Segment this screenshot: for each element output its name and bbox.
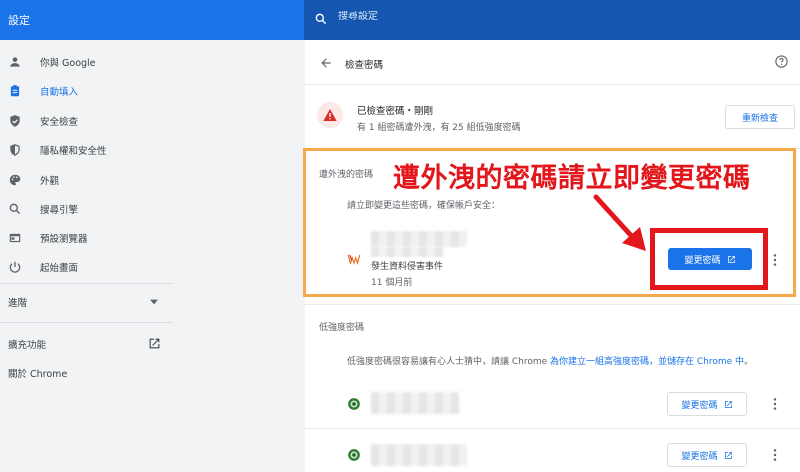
recheck-button[interactable]: 重新檢查: [725, 105, 795, 129]
page-title: 設定: [8, 14, 30, 27]
search-icon: [9, 203, 21, 215]
status-summary: 有 1 組密碼遭外洩，有 25 組低強度密碼: [357, 123, 521, 133]
search-box[interactable]: [304, 0, 800, 40]
card-title: 檢查密碼: [345, 60, 384, 71]
about-chrome-link[interactable]: 關於 Chrome: [0, 360, 173, 386]
person-icon: [10, 57, 20, 67]
search-input[interactable]: [338, 11, 638, 22]
sidebar-item-autofill[interactable]: 自動填入: [0, 78, 173, 104]
desc-text: 。: [744, 357, 754, 367]
shield-icon: [10, 144, 20, 156]
top-bar: 設定: [0, 0, 800, 40]
redacted-credential: [371, 444, 467, 466]
search-icon: [315, 13, 327, 25]
sidebar-item-appearance[interactable]: 外觀: [0, 167, 173, 193]
status-warning-badge: [317, 102, 343, 128]
sidebar-item-label: 你與 Google: [40, 58, 96, 69]
change-password-button[interactable]: 變更密碼: [667, 392, 747, 416]
status-title: 已檢查密碼・剛剛: [357, 106, 434, 117]
sidebar-item-label: 預設瀏覽器: [40, 234, 88, 245]
divider: [305, 84, 800, 85]
caret-down-icon: [150, 299, 158, 305]
sidebar: 你與 Google 自動填入 安全檢查 隱私權和安全性 外觀 搜尋引擎 預設瀏覽…: [0, 40, 173, 472]
divider: [305, 304, 800, 305]
weak-section-desc: 低強度密碼很容易讓有心人士猜中，請讓 Chrome 為你建立一組高強度密碼，並儲…: [347, 354, 753, 367]
advanced-toggle[interactable]: 進階: [0, 289, 173, 315]
more-vert-icon[interactable]: [772, 397, 778, 411]
more-vert-icon[interactable]: [772, 448, 778, 462]
external-link-icon: [724, 451, 732, 459]
generate-password-link[interactable]: 為你建立一組高強度密碼，並儲存在 Chrome 中: [550, 357, 744, 367]
about-chrome-label: 關於 Chrome: [8, 369, 68, 380]
sidebar-item-privacy[interactable]: 隱私權和安全性: [0, 137, 173, 163]
palette-icon: [9, 174, 21, 186]
browser-icon: [9, 233, 21, 243]
sidebar-item-label: 隱私權和安全性: [40, 146, 107, 157]
annotation-button-highlight: [650, 228, 768, 290]
button-label: 變更密碼: [681, 451, 718, 462]
annotation-text: 遭外洩的密碼請立即變更密碼: [393, 163, 751, 194]
sidebar-item-you-and-google[interactable]: 你與 Google: [0, 49, 173, 75]
sidebar-item-label: 外觀: [40, 176, 60, 187]
redacted-credential: [371, 392, 459, 414]
back-arrow-icon[interactable]: [319, 56, 333, 70]
weak-section-label: 低強度密碼: [319, 323, 365, 333]
site-favicon-icon: [348, 449, 360, 461]
sidebar-item-default-browser[interactable]: 預設瀏覽器: [0, 225, 173, 251]
power-icon: [9, 261, 21, 273]
site-favicon-icon: [348, 398, 360, 410]
external-link-icon: [724, 400, 732, 408]
desc-text: 低強度密碼很容易讓有心人士猜中，請讓 Chrome: [347, 357, 551, 367]
sidebar-item-safety-check[interactable]: 安全檢查: [0, 108, 173, 134]
external-link-icon: [149, 338, 160, 349]
sidebar-item-on-startup[interactable]: 起始畫面: [0, 254, 173, 280]
sidebar-item-search-engine[interactable]: 搜尋引擎: [0, 196, 173, 222]
clipboard-icon: [10, 85, 20, 97]
extensions-link[interactable]: 擴充功能: [0, 331, 173, 357]
shield-check-icon: [10, 115, 20, 127]
extensions-label: 擴充功能: [8, 340, 47, 351]
sidebar-item-label: 自動填入: [40, 87, 79, 98]
sidebar-item-label: 安全檢查: [40, 117, 79, 128]
button-label: 變更密碼: [681, 400, 718, 411]
sidebar-item-label: 起始畫面: [40, 263, 79, 274]
divider: [0, 322, 173, 323]
help-icon[interactable]: [774, 54, 789, 69]
change-password-button[interactable]: 變更密碼: [667, 443, 747, 467]
advanced-label: 進階: [8, 298, 28, 309]
annotation-arrow-icon: [593, 194, 646, 251]
divider: [0, 283, 173, 284]
sidebar-item-label: 搜尋引擎: [40, 205, 79, 216]
divider: [305, 428, 800, 429]
warning-icon: [323, 109, 337, 121]
